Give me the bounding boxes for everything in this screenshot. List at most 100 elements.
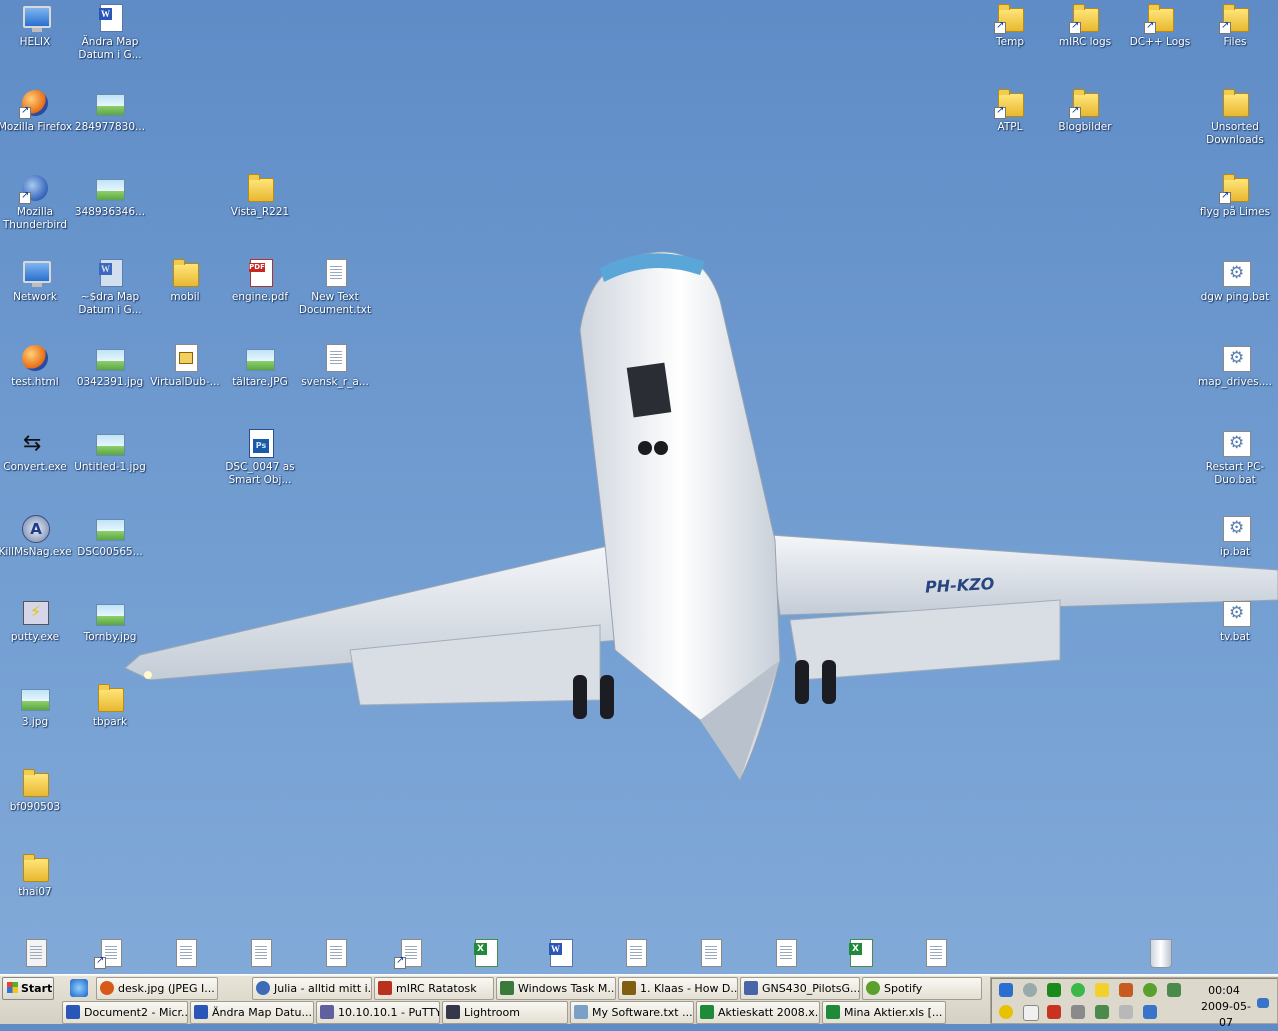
desktop-icon-convert[interactable]: ⇆ Convert.exe bbox=[0, 427, 73, 474]
desktop-icon-348936346[interactable]: 348936346... bbox=[72, 172, 148, 219]
desktop-icon-flyg-pa-limes[interactable]: flyg på Limes bbox=[1197, 172, 1273, 219]
desktop-icon-temp[interactable]: Temp bbox=[972, 2, 1048, 49]
desktop-icon-dsc00565[interactable]: DSC00565... bbox=[72, 512, 148, 559]
quicklaunch-ie-icon[interactable] bbox=[70, 979, 88, 997]
taskbar-button-mirc[interactable]: mIRC Ratatosk bbox=[374, 977, 494, 1000]
taskbar-button-desk-jpg[interactable]: desk.jpg (JPEG I... bbox=[96, 977, 218, 1000]
desktop-icon-taltare[interactable]: tältare.JPG bbox=[222, 342, 298, 389]
desktop-icon-bottom-6[interactable] bbox=[372, 937, 448, 971]
desktop-icon-restart-pc-duo[interactable]: Restart PC-Duo.bat bbox=[1197, 427, 1273, 487]
display-tray-icon[interactable] bbox=[1257, 998, 1269, 1008]
network-tray-icon[interactable] bbox=[1167, 983, 1181, 997]
desktop-icon-untitled-1[interactable]: Untitled-1.jpg bbox=[72, 427, 148, 474]
desktop-icon-recycle-bin[interactable] bbox=[1122, 937, 1198, 971]
messenger-tray-icon[interactable] bbox=[1071, 983, 1085, 997]
desktop-icon-unsorted-downloads[interactable]: Unsorted Downloads bbox=[1197, 87, 1273, 147]
putty-icon bbox=[19, 597, 51, 629]
folder-icon bbox=[19, 767, 51, 799]
desktop-icon-tbpark[interactable]: tbpark bbox=[72, 682, 148, 729]
java-tray-icon[interactable] bbox=[1119, 983, 1133, 997]
desktop-icon-map-drives[interactable]: map_drives.... bbox=[1197, 342, 1273, 389]
desktop-icon-0342391[interactable]: 0342391.jpg bbox=[72, 342, 148, 389]
taskbar-button-gns430[interactable]: GNS430_PilotsG... bbox=[740, 977, 860, 1000]
taskbar-button-mina-aktier[interactable]: Mina Aktier.xls [... bbox=[822, 1001, 946, 1024]
desktop-icon-svensk[interactable]: svensk_r_a... bbox=[297, 342, 373, 389]
desktop-icon-virtualdub[interactable]: VirtualDub-... bbox=[147, 342, 223, 389]
taskbar-button-spotify[interactable]: Spotify bbox=[862, 977, 982, 1000]
norton-tray-icon[interactable] bbox=[999, 1005, 1013, 1019]
desktop-icon-3-jpg[interactable]: 3.jpg bbox=[0, 682, 73, 729]
wallpaper-registration: PH-KZO bbox=[925, 574, 996, 597]
desktop-icon-bottom-12[interactable]: X bbox=[822, 937, 898, 971]
desktop-icon-files[interactable]: Files bbox=[1197, 2, 1273, 49]
taskbar-button-putty[interactable]: 10.10.10.1 - PuTTY bbox=[316, 1001, 440, 1024]
desktop-icon-engine-pdf[interactable]: PDF engine.pdf bbox=[222, 257, 298, 304]
folder-shortcut-icon bbox=[1069, 2, 1101, 34]
taskbar-button-lightroom[interactable]: Lightroom bbox=[442, 1001, 568, 1024]
connection-tray-icon[interactable] bbox=[1143, 1005, 1157, 1019]
disc-tray-icon[interactable] bbox=[1023, 983, 1037, 997]
taskbar-button-julia[interactable]: Julia - alltid mitt i... bbox=[252, 977, 372, 1000]
warning-tray-icon[interactable] bbox=[1095, 983, 1109, 997]
desktop-icon-dcpp-logs[interactable]: DC++ Logs bbox=[1122, 2, 1198, 49]
desktop-icon-vista-r221[interactable]: Vista_R221 bbox=[222, 172, 298, 219]
volume-tray-icon[interactable] bbox=[1119, 1005, 1133, 1019]
desktop-icon-bottom-7[interactable]: X bbox=[447, 937, 523, 971]
desktop-icon-firefox[interactable]: Mozilla Firefox bbox=[0, 87, 73, 134]
desktop-icon-tv-bat[interactable]: tv.bat bbox=[1197, 597, 1273, 644]
desktop-icon-thunderbird[interactable]: Mozilla Thunderbird bbox=[0, 172, 73, 232]
taskbar-button-klaas[interactable]: 1. Klaas - How D... bbox=[618, 977, 738, 1000]
taskbar-button-aktieskatt[interactable]: Aktieskatt 2008.x... bbox=[696, 1001, 820, 1024]
word-icon bbox=[194, 1005, 208, 1019]
desktop[interactable]: PH-KZO HELIX W Ändra Map Datum i G... Mo… bbox=[0, 0, 1278, 974]
word-icon bbox=[66, 1005, 80, 1019]
desktop-icon-bottom-11[interactable] bbox=[747, 937, 823, 971]
desktop-icon-blogbilder[interactable]: Blogbilder bbox=[1047, 87, 1123, 134]
desktop-icon-new-text-document[interactable]: New Text Document.txt bbox=[297, 257, 373, 317]
desktop-icon-tornby[interactable]: Tornby.jpg bbox=[72, 597, 148, 644]
desktop-icon-bottom-5[interactable] bbox=[297, 937, 373, 971]
desktop-icon-test-html[interactable]: test.html bbox=[0, 342, 73, 389]
spotify-tray-icon[interactable] bbox=[1143, 983, 1157, 997]
desktop-icon-mobil[interactable]: mobil bbox=[147, 257, 223, 304]
desktop-icon-bottom-8[interactable]: W bbox=[522, 937, 598, 971]
desktop-icon-284977830[interactable]: 284977830... bbox=[72, 87, 148, 134]
desktop-icon-thai07[interactable]: thai07 bbox=[0, 852, 73, 899]
teamviewer-tray-icon[interactable] bbox=[999, 983, 1013, 997]
putty-icon bbox=[320, 1005, 334, 1019]
desktop-icon-putty[interactable]: putty.exe bbox=[0, 597, 73, 644]
desktop-icon-ip-bat[interactable]: ip.bat bbox=[1197, 512, 1273, 559]
taskbar-button-task-manager[interactable]: Windows Task M... bbox=[496, 977, 616, 1000]
desktop-icon-mirc-logs[interactable]: mIRC logs bbox=[1047, 2, 1123, 49]
clock[interactable]: 00:04 2009-05-07 bbox=[1196, 983, 1252, 1029]
sound-manager-tray-icon[interactable] bbox=[1047, 1005, 1061, 1019]
flag-tray-icon[interactable] bbox=[1023, 1005, 1039, 1021]
desktop-icon-andra-map[interactable]: W Ändra Map Datum i G... bbox=[72, 2, 148, 62]
desktop-icon-dsc0047[interactable]: Ps DSC_0047 as Smart Obj... bbox=[222, 427, 298, 487]
desktop-icon-killmsnag[interactable]: A KillMsNag.exe bbox=[0, 512, 73, 559]
desktop-icon-bottom-4[interactable] bbox=[222, 937, 298, 971]
taskbar-button-my-software[interactable]: My Software.txt ... bbox=[570, 1001, 694, 1024]
desktop-icon-temp-word[interactable]: W ~$dra Map Datum i G... bbox=[72, 257, 148, 317]
text-file-icon bbox=[694, 937, 726, 969]
desktop-icon-network[interactable]: Network bbox=[0, 257, 73, 304]
batch-file-icon bbox=[1219, 512, 1251, 544]
desktop-icon-bottom-3[interactable] bbox=[147, 937, 223, 971]
folder-shortcut-icon bbox=[994, 87, 1026, 119]
usb-tray-icon[interactable] bbox=[1071, 1005, 1085, 1019]
taskbar-button-andra-map[interactable]: Ändra Map Datu... bbox=[190, 1001, 314, 1024]
safely-remove-tray-icon[interactable] bbox=[1095, 1005, 1109, 1019]
desktop-icon-atpl[interactable]: ATPL bbox=[972, 87, 1048, 134]
desktop-icon-bottom-13[interactable] bbox=[897, 937, 973, 971]
start-button[interactable]: Start bbox=[2, 977, 54, 1000]
green-square-tray-icon[interactable] bbox=[1047, 983, 1061, 997]
desktop-icon-bottom-2[interactable] bbox=[72, 937, 148, 971]
convert-arrows-icon: ⇆ bbox=[23, 431, 42, 456]
desktop-icon-helix[interactable]: HELIX bbox=[0, 2, 73, 49]
taskbar-button-document2[interactable]: Document2 - Micr... bbox=[62, 1001, 188, 1024]
desktop-icon-bf090503[interactable]: bf090503 bbox=[0, 767, 73, 814]
desktop-icon-bottom-10[interactable] bbox=[672, 937, 748, 971]
desktop-icon-bottom-1[interactable] bbox=[0, 937, 73, 971]
desktop-icon-bottom-9[interactable] bbox=[597, 937, 673, 971]
desktop-icon-dgw-ping[interactable]: dgw ping.bat bbox=[1197, 257, 1273, 304]
